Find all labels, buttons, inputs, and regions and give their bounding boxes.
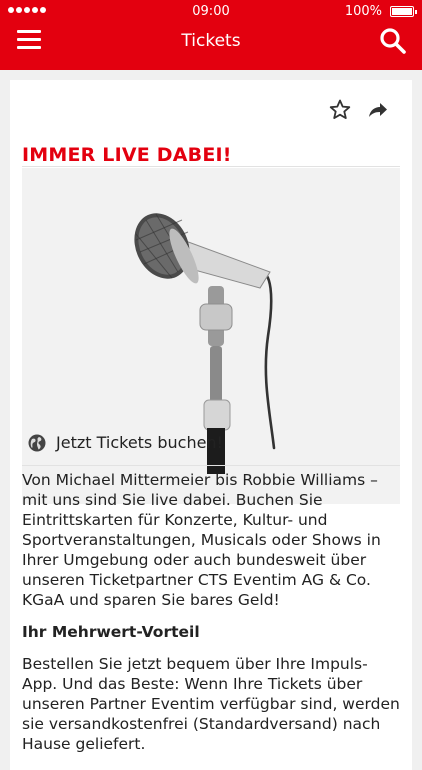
page-title: Tickets [181, 31, 241, 51]
benefit-heading: Ihr Mehrwert-Vorteil [22, 623, 200, 641]
article-body: Von Michael Mittermeier bis Robbie Willi… [22, 470, 400, 754]
globe-icon [28, 434, 46, 451]
tickets-link-label: Jetzt Tickets buchen! [56, 433, 223, 452]
share-icon[interactable] [366, 98, 390, 122]
tickets-link[interactable]: Jetzt Tickets buchen! [28, 433, 223, 452]
star-favorite-icon[interactable] [328, 98, 352, 122]
hero-image-microphone [22, 168, 400, 504]
search-icon[interactable] [378, 26, 408, 56]
divider [22, 465, 400, 466]
article-card: IMMER LIVE DABEI! Jetzt Tickets buchen! … [10, 80, 412, 770]
divider [22, 166, 400, 167]
battery-percentage: 100% [344, 4, 382, 19]
benefit-paragraph: Bestellen Sie jetzt bequem über Ihre Imp… [22, 655, 400, 753]
article-headline: IMMER LIVE DABEI! [22, 144, 232, 166]
article-actions [328, 98, 390, 122]
intro-paragraph: Von Michael Mittermeier bis Robbie Willi… [22, 471, 381, 609]
nav-bar: Tickets [0, 22, 422, 70]
battery-icon [390, 6, 417, 17]
status-bar: 09:00 100% [0, 0, 422, 22]
